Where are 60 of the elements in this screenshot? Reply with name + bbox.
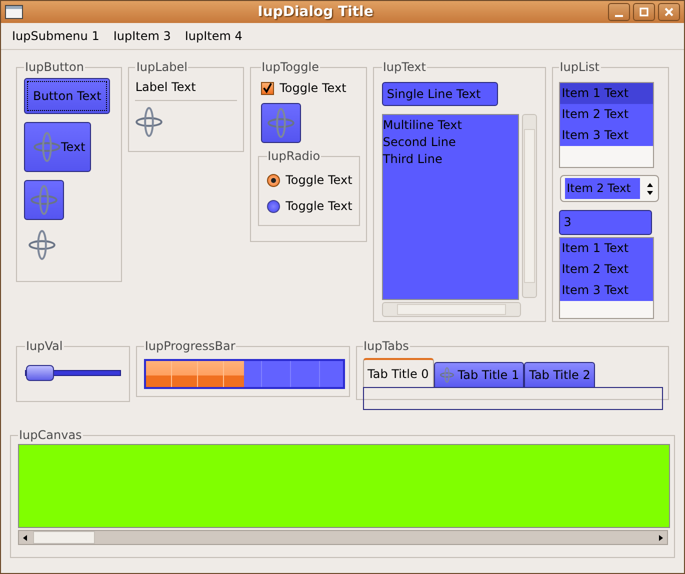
rings-icon [30,183,58,217]
multiline-text-area[interactable]: Multiline Text Second Line Third Line [382,114,519,300]
frame-title: IupList [558,60,600,74]
maximize-button[interactable] [633,3,655,21]
radio-button[interactable] [266,174,280,186]
frame-title: IupButton [24,60,85,74]
slider-thumb[interactable] [26,365,54,381]
rings-icon[interactable] [28,228,56,262]
dropdown[interactable]: Item 2 Text [560,175,659,202]
spinner-icon [646,182,654,196]
rings-icon [33,130,61,164]
list-item[interactable]: Item 2 Text [560,259,653,280]
frame-title: IupLabel [135,60,188,74]
minimize-icon [615,14,623,16]
label-text: Label Text [135,79,197,94]
scroll-right-icon[interactable] [657,534,665,542]
list-item[interactable]: Item 3 Text [560,125,653,146]
checkbox-label: Toggle Text [280,81,346,95]
frame-title: IupVal [25,339,64,353]
frame-title: IupToggle [260,60,320,74]
list-item[interactable]: Item 1 Text [560,238,653,259]
menu-item[interactable]: IupSubmenu 1 [7,29,104,43]
text-button[interactable]: Button Text [24,78,110,114]
edit-field[interactable]: 3 [558,210,652,235]
menu-item[interactable]: IupItem 3 [108,29,176,43]
frame-title: IupProgressBar [144,339,236,353]
image-button[interactable] [24,180,64,220]
canvas[interactable] [18,444,670,528]
frame-title: IupTabs [362,339,410,353]
frame-title: IupText [382,60,427,74]
menu-item[interactable]: IupItem 4 [180,29,248,43]
scroll-left-icon[interactable] [21,534,29,542]
frame-title: IupRadio [266,149,322,163]
image-text-button[interactable]: Text [24,122,92,172]
tab[interactable]: Tab Title 0 [362,358,434,387]
rings-icon [266,106,295,140]
rings-icon [135,105,164,139]
window-icon [5,5,23,19]
close-icon [664,7,674,17]
maximize-icon [639,7,649,17]
image-toggle-button[interactable] [260,103,301,143]
frame-title: IupCanvas [18,428,83,442]
horizontal-scrollbar[interactable] [18,530,668,545]
radio-label: Toggle Text [286,199,352,213]
vertical-scrollbar[interactable] [522,114,537,298]
list-item[interactable]: Item 2 Text [560,104,653,125]
close-button[interactable] [658,3,680,21]
radio-button[interactable] [266,200,280,212]
horizontal-scrollbar[interactable] [382,302,521,317]
scroll-thumb[interactable] [33,531,95,544]
tab[interactable]: Tab Title 1 [434,362,524,387]
text-field[interactable]: Single Line Text [382,82,498,106]
rings-icon [438,367,455,383]
list-item[interactable]: Item 1 Text [560,83,653,104]
minimize-button[interactable] [608,3,630,21]
radio-label: Toggle Text [286,173,352,187]
list-item[interactable]: Item 3 Text [560,280,653,301]
tab[interactable]: Tab Title 2 [524,362,596,387]
window-title: IupDialog Title [256,4,374,20]
checkbox[interactable] [260,82,274,94]
